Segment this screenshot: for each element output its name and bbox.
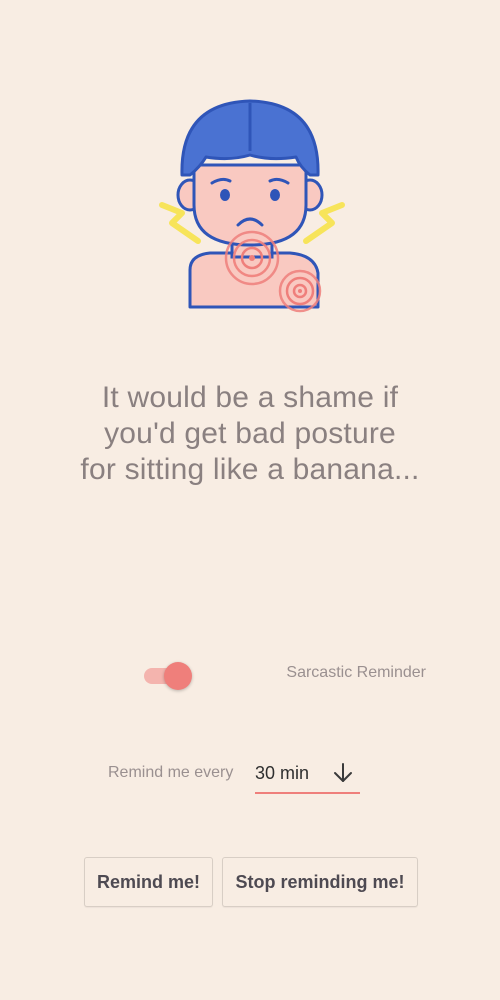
message-line-3: for sitting like a banana... [80, 453, 420, 486]
neck-pain-person-icon [159, 99, 345, 313]
toggle-thumb[interactable] [164, 662, 192, 690]
sarcastic-reminder-label: Sarcastic Reminder [286, 664, 426, 681]
remind-interval-label: Remind me every [108, 764, 234, 781]
sarcastic-reminder-toggle[interactable] [142, 662, 194, 690]
stop-reminding-button[interactable]: Stop reminding me! [222, 857, 418, 907]
dropdown-underline [255, 792, 360, 794]
arrow-down-icon [334, 763, 352, 782]
message-line-1: It would be a shame if [101, 381, 399, 414]
app-screen: It would be a shame if you'd get bad pos… [0, 0, 500, 1000]
remind-me-button[interactable]: Remind me! [84, 857, 213, 907]
sarcastic-message: It would be a shame if you'd get bad pos… [40, 380, 460, 488]
remind-interval-value: 30 min [255, 763, 310, 783]
remind-interval-dropdown[interactable]: 30 min [255, 756, 360, 794]
message-line-2: you'd get bad posture [104, 417, 396, 450]
